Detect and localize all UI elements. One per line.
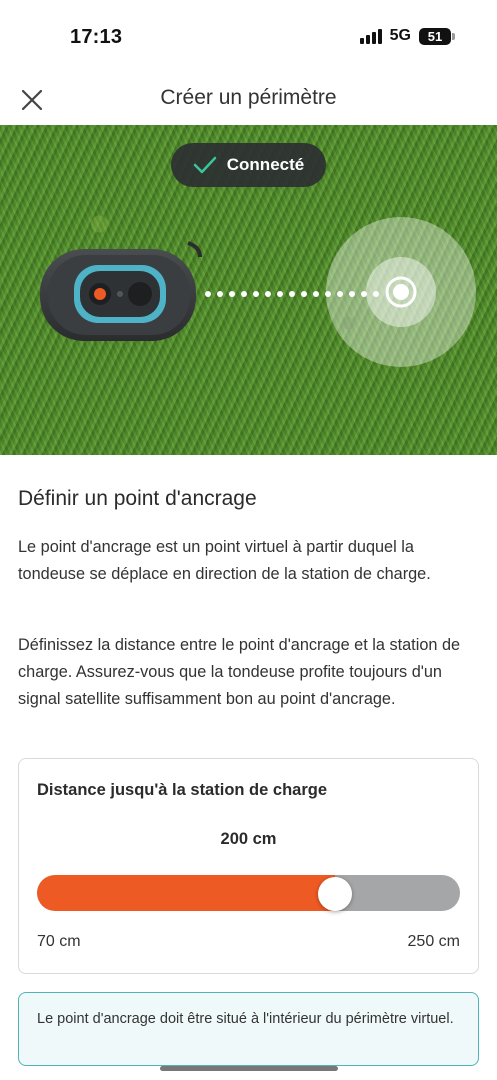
info-notice: Le point d'ancrage doit être situé à l'i… bbox=[18, 992, 479, 1066]
anchor-point-icon bbox=[385, 276, 417, 308]
status-indicators: 5G 51 bbox=[359, 27, 455, 45]
page-title: Créer un périmètre bbox=[160, 86, 337, 109]
battery-icon: 51 bbox=[419, 27, 455, 45]
section-title: Définir un point d'ancrage bbox=[18, 487, 257, 510]
distance-slider-card: Distance jusqu'à la station de charge 20… bbox=[18, 758, 479, 974]
distance-slider-track[interactable] bbox=[37, 875, 460, 911]
connection-status-badge: Connecté bbox=[171, 143, 326, 187]
instruction-paragraph: Définissez la distance entre le point d'… bbox=[18, 636, 461, 708]
robot-mower-icon bbox=[40, 241, 202, 341]
battery-level: 51 bbox=[427, 28, 443, 44]
connection-status-label: Connecté bbox=[226, 155, 305, 174]
signal-icon bbox=[359, 28, 382, 44]
network-type: 5G bbox=[389, 27, 411, 44]
slider-title: Distance jusqu'à la station de charge bbox=[37, 781, 328, 799]
status-time: 17:13 bbox=[70, 26, 123, 48]
slider-fill bbox=[37, 875, 335, 911]
slider-value-label: 200 cm bbox=[220, 830, 277, 848]
slider-thumb[interactable] bbox=[317, 877, 352, 911]
slider-min-label: 70 cm bbox=[37, 933, 81, 950]
hero-illustration: Connecté bbox=[0, 125, 497, 455]
description-paragraph: Le point d'ancrage est un point virtuel … bbox=[18, 538, 431, 583]
home-indicator[interactable] bbox=[160, 1066, 338, 1071]
check-icon bbox=[193, 156, 217, 174]
status-bar: 17:13 5G 51 bbox=[0, 0, 497, 70]
header: Créer un périmètre bbox=[0, 70, 497, 125]
slider-max-label: 250 cm bbox=[407, 933, 460, 950]
info-notice-text: Le point d'ancrage doit être situé à l'i… bbox=[37, 1011, 454, 1027]
